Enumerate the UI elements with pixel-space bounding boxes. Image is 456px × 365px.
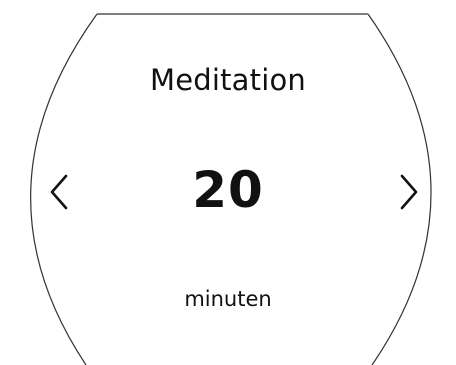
next-button[interactable]	[388, 170, 428, 214]
duration-unit: minuten	[184, 287, 272, 311]
screen-title: Meditation	[149, 63, 307, 97]
chevron-right-icon	[400, 174, 418, 210]
watch-screen: Meditation 20 minuten	[0, 0, 456, 365]
